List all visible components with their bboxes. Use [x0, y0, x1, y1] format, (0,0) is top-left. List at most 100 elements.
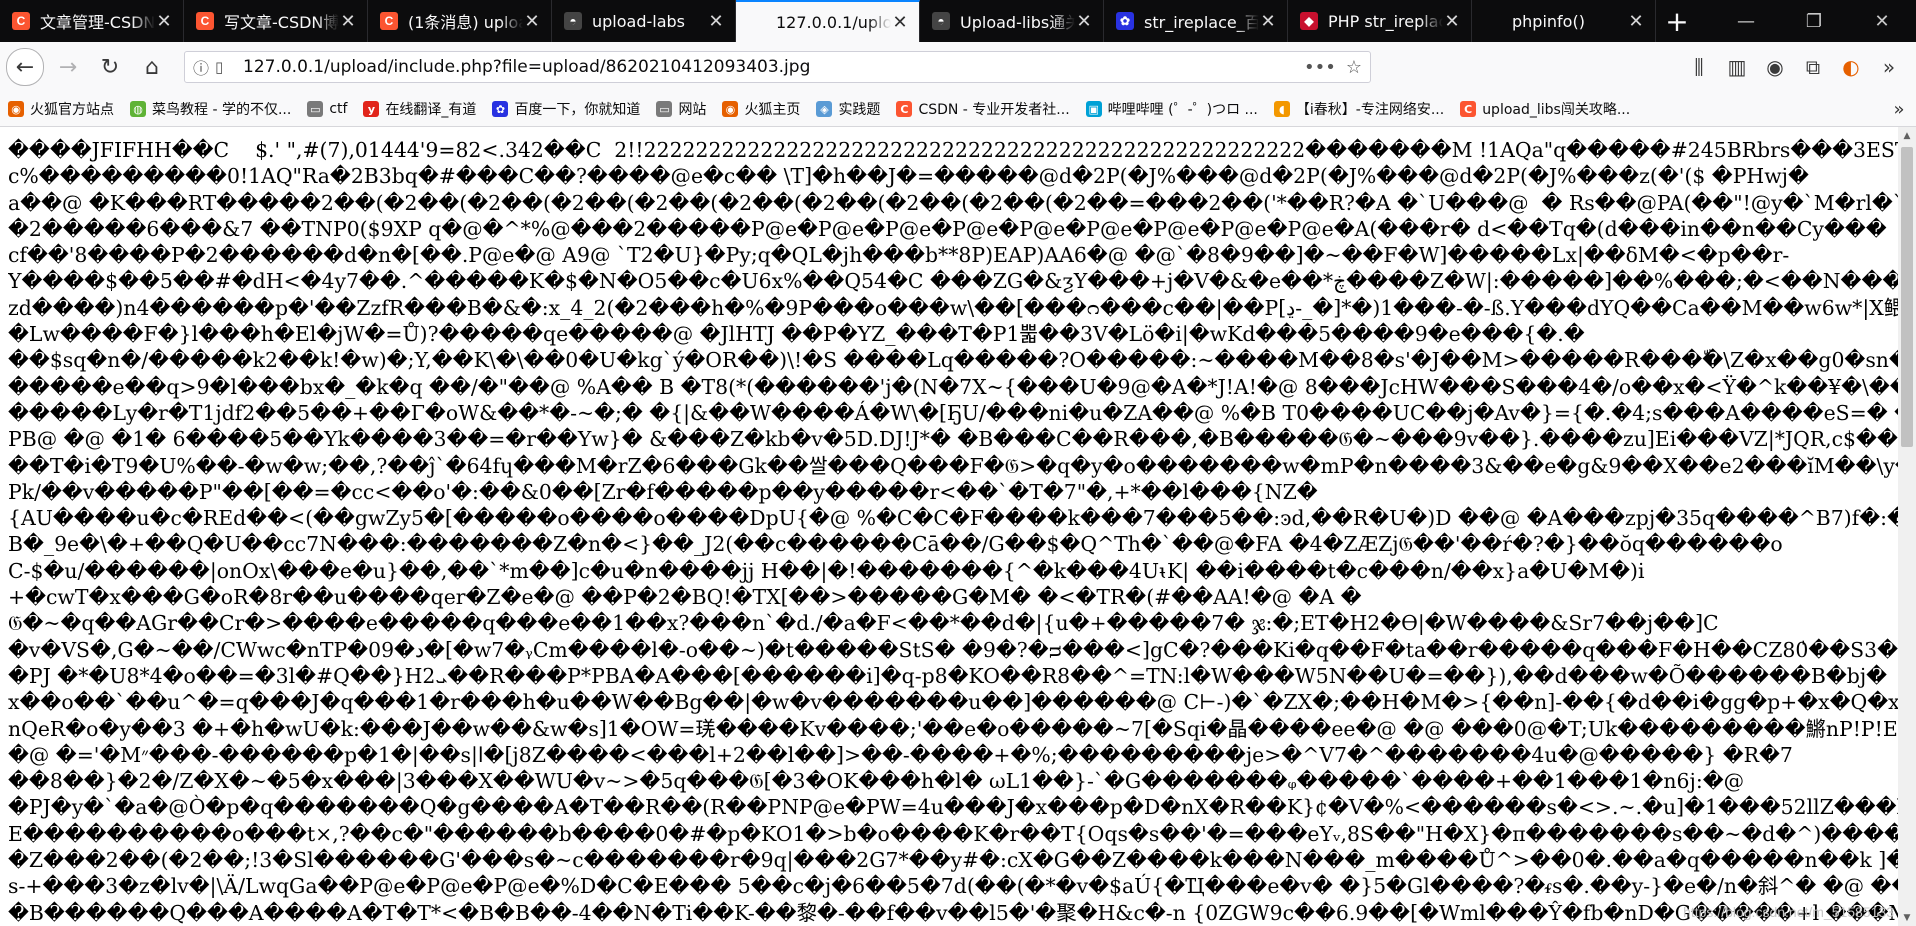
content-line: a��@ �K���RT�����2��(�2��(�2��(�2��(�2��… [8, 190, 1898, 215]
tab-title: PHP str_ireplace [1328, 11, 1443, 31]
tab-favicon-icon: C [380, 12, 398, 30]
bookmark-favicon-icon: ▭ [656, 101, 673, 117]
tab-close-icon[interactable]: ✕ [891, 12, 909, 33]
content-line: �����e��q>9�l���bx�_�k�q ��/�"��@ %A�� B… [8, 374, 1898, 399]
bookmark-star-icon[interactable]: ☆ [1346, 57, 1362, 78]
vertical-scrollbar[interactable]: ▲ ▼ [1898, 127, 1916, 926]
content-line: nQeR�o�y��3 �+�h�wU�k:���J��w��&w�s]1�OW… [8, 716, 1898, 741]
bookmark-label: 哔哩哔哩 (゜-゜)つロ ... [1107, 102, 1258, 118]
tab-0[interactable]: C 文章管理-CSDN博客✕ [0, 0, 184, 42]
home-button[interactable]: ⌂ [134, 49, 170, 85]
tab-5[interactable]: ◓ Upload-libs通关 ✕ [920, 0, 1104, 42]
content-line: �Z���2��(�2��;!3�Sl������G'���s�~c������… [8, 848, 1898, 873]
tab-close-icon[interactable]: ✕ [707, 11, 725, 32]
tab-close-icon[interactable]: ✕ [155, 11, 173, 32]
bookmark-favicon-icon: ✿ [492, 101, 509, 117]
bookmark-favicon-icon: ◉ [8, 101, 24, 117]
screenshot-icon[interactable]: ⧉ [1794, 55, 1832, 79]
content-line: ��T�i�T9�U%��-�w�w;��,?��ĵ`�64fɥ���M�rZ�… [8, 453, 1898, 478]
tab-1[interactable]: C 写文章-CSDN博客✕ [184, 0, 368, 42]
scroll-up-icon[interactable]: ▲ [1898, 127, 1916, 144]
restore-icon[interactable]: ❐ [1780, 0, 1848, 42]
bookmark-item[interactable]: ◖ 【i春秋】-专注网络安... [1266, 99, 1452, 119]
tab-2[interactable]: C (1条消息) upload-labs✕ [368, 0, 552, 42]
tab-favicon-icon [748, 13, 766, 31]
forward-button[interactable]: → [50, 49, 86, 85]
scrollbar-thumb[interactable] [1901, 147, 1913, 447]
content-line: s-+���3�z�lv�|\Ä/LwqGa��P@e�P@e�P@e�%D�C… [8, 874, 1898, 899]
bookmark-favicon-icon: ▣ [1085, 101, 1102, 117]
back-button[interactable]: ← [6, 48, 44, 86]
home-icon: ⌂ [145, 54, 159, 80]
bookmark-favicon-icon: ▭ [307, 101, 324, 117]
minimize-icon[interactable]: — [1712, 0, 1780, 42]
bookmark-favicon-icon: ◈ [816, 101, 833, 117]
tab-8[interactable]: phpinfo() ✕ [1472, 0, 1656, 42]
content-line: Y����$��5��#�dH<�4y7��.^�����K�$�N�O5��c… [8, 269, 1898, 294]
reload-icon: ↻ [100, 54, 120, 80]
tab-close-icon[interactable]: ✕ [1259, 11, 1277, 32]
bookmarks-overflow-icon[interactable]: » [1882, 99, 1916, 120]
reload-button[interactable]: ↻ [92, 49, 128, 85]
site-info-icon[interactable]: ⓘ [193, 55, 215, 79]
bookmark-item[interactable]: ◍ 菜鸟教程 - 学的不仅... [122, 99, 299, 119]
bookmark-label: 实践题 [838, 102, 881, 118]
bookmark-item[interactable]: ◉ 火狐官方站点 [0, 99, 122, 119]
account-icon[interactable]: ◉ [1756, 55, 1794, 79]
bookmark-item[interactable]: ▭ 网站 [648, 99, 714, 119]
bookmark-item[interactable]: ▣ 哔哩哔哩 (゜-゜)つロ ... [1078, 99, 1266, 119]
bookmark-item[interactable]: ✿ 百度一下，你就知道 [484, 99, 648, 119]
bookmark-label: CSDN - 专业开发者社... [918, 102, 1070, 118]
content-line: �Lw����F�}l���h�El�jW�=Ů)?�����qe�����@ … [8, 322, 1585, 347]
tab-title: 文章管理-CSDN博客 [40, 13, 155, 32]
tab-close-icon[interactable]: ✕ [1443, 11, 1461, 32]
tab-6[interactable]: ✿ str_ireplace_百度✕ [1104, 0, 1288, 42]
back-arrow-icon: ← [15, 54, 35, 80]
overflow-menu-icon[interactable]: » [1870, 55, 1908, 79]
url-text[interactable]: 127.0.0.1/upload/include.php?file=upload… [243, 57, 1294, 77]
bookmark-item[interactable]: ◈ 实践题 [808, 99, 888, 119]
tab-close-icon[interactable]: ✕ [339, 11, 357, 32]
close-window-icon[interactable]: ✕ [1848, 0, 1916, 42]
bookmark-label: 菜鸟教程 - 学的不仅... [152, 102, 292, 118]
tab-strip: C文章管理-CSDN博客✕C写文章-CSDN博客✕C(1条消息) upload-… [0, 0, 1916, 42]
content-line: c%���������0!1AQ"Ra�2B3bq�#���C��?����@e… [8, 164, 1809, 189]
bookmark-favicon-icon: y [363, 101, 380, 117]
tab-favicon-icon: ◆ [1300, 12, 1318, 30]
sidebar-icon[interactable]: ▥ [1718, 55, 1756, 79]
tab-close-icon[interactable]: ✕ [1075, 11, 1093, 32]
tab-7[interactable]: ◆ PHP str_ireplace✕ [1288, 0, 1472, 42]
page-content-binary-text: ����JFIFHH��C $.' ",#(7),01444'9=82<.342… [0, 127, 1898, 926]
content-line: �PJ �*�U8*4�o��=�3l�#Q��}H2ܝ��R���P*PBA�… [8, 663, 1888, 688]
content-line: ����JFIFHH��C $.' ",#(7),01444'9=82<.342… [8, 138, 1898, 162]
bookmark-label: upload_libs闯关攻略... [1482, 102, 1631, 118]
tab-title: phpinfo() [1512, 11, 1585, 31]
tab-close-icon[interactable]: ✕ [1627, 11, 1645, 32]
content-line: C-$�u/������|onOx\���e�u}��,��`*m��]c�u�… [8, 558, 1645, 583]
bookmark-item[interactable]: ◉ 火狐主页 [714, 99, 808, 119]
bookmark-item[interactable]: C CSDN - 专业开发者社... [888, 99, 1077, 119]
content-line: 𝔊�~�q��AGr��Cr�>����e�����q���e��1��x?��… [8, 611, 1719, 636]
addon-icon[interactable]: ◐ [1832, 55, 1870, 79]
watermark-text: https://blog.csdn.net/m_51585133 [1683, 904, 1894, 920]
content-line: x��o��`��u^�=q���J�q���1�r���h�u��W��Bg�… [8, 690, 1898, 715]
bookmark-item[interactable]: ▭ ctf [299, 101, 355, 117]
bookmark-item[interactable]: y 在线翻译_有道 [355, 99, 484, 119]
library-icon[interactable]: ⫼ [1680, 55, 1718, 79]
tab-title: 127.0.0.1/upload/include.php [776, 12, 891, 32]
bookmark-item[interactable]: Cupload_libs闯关攻略... [1452, 99, 1638, 119]
tab-close-icon[interactable]: ✕ [523, 11, 541, 32]
tab-title: 写文章-CSDN博客 [224, 13, 339, 32]
tab-4[interactable]: 127.0.0.1/upload/include.php✕ [736, 0, 920, 42]
tab-3[interactable]: ◓ upload-labs ✕ [552, 0, 736, 42]
bookmark-label: 火狐主页 [744, 102, 801, 118]
content-line: �v�VS�,G�~��/CWwc�nTP�09�د�[�w7�ᵧCm����l… [8, 637, 1898, 662]
page-actions-icon[interactable]: ••• [1304, 57, 1336, 78]
tab-favicon-icon: C [196, 12, 214, 30]
scroll-down-icon[interactable]: ▼ [1898, 909, 1916, 926]
tab-favicon-icon: ✿ [1116, 12, 1134, 30]
tab-title: Upload-libs通关 [960, 13, 1075, 32]
bookmark-favicon-icon: ◍ [130, 101, 146, 117]
address-bar[interactable]: ⓘ ▯ 127.0.0.1/upload/include.php?file=up… [184, 51, 1371, 83]
new-tab-button[interactable]: + [1656, 0, 1698, 42]
